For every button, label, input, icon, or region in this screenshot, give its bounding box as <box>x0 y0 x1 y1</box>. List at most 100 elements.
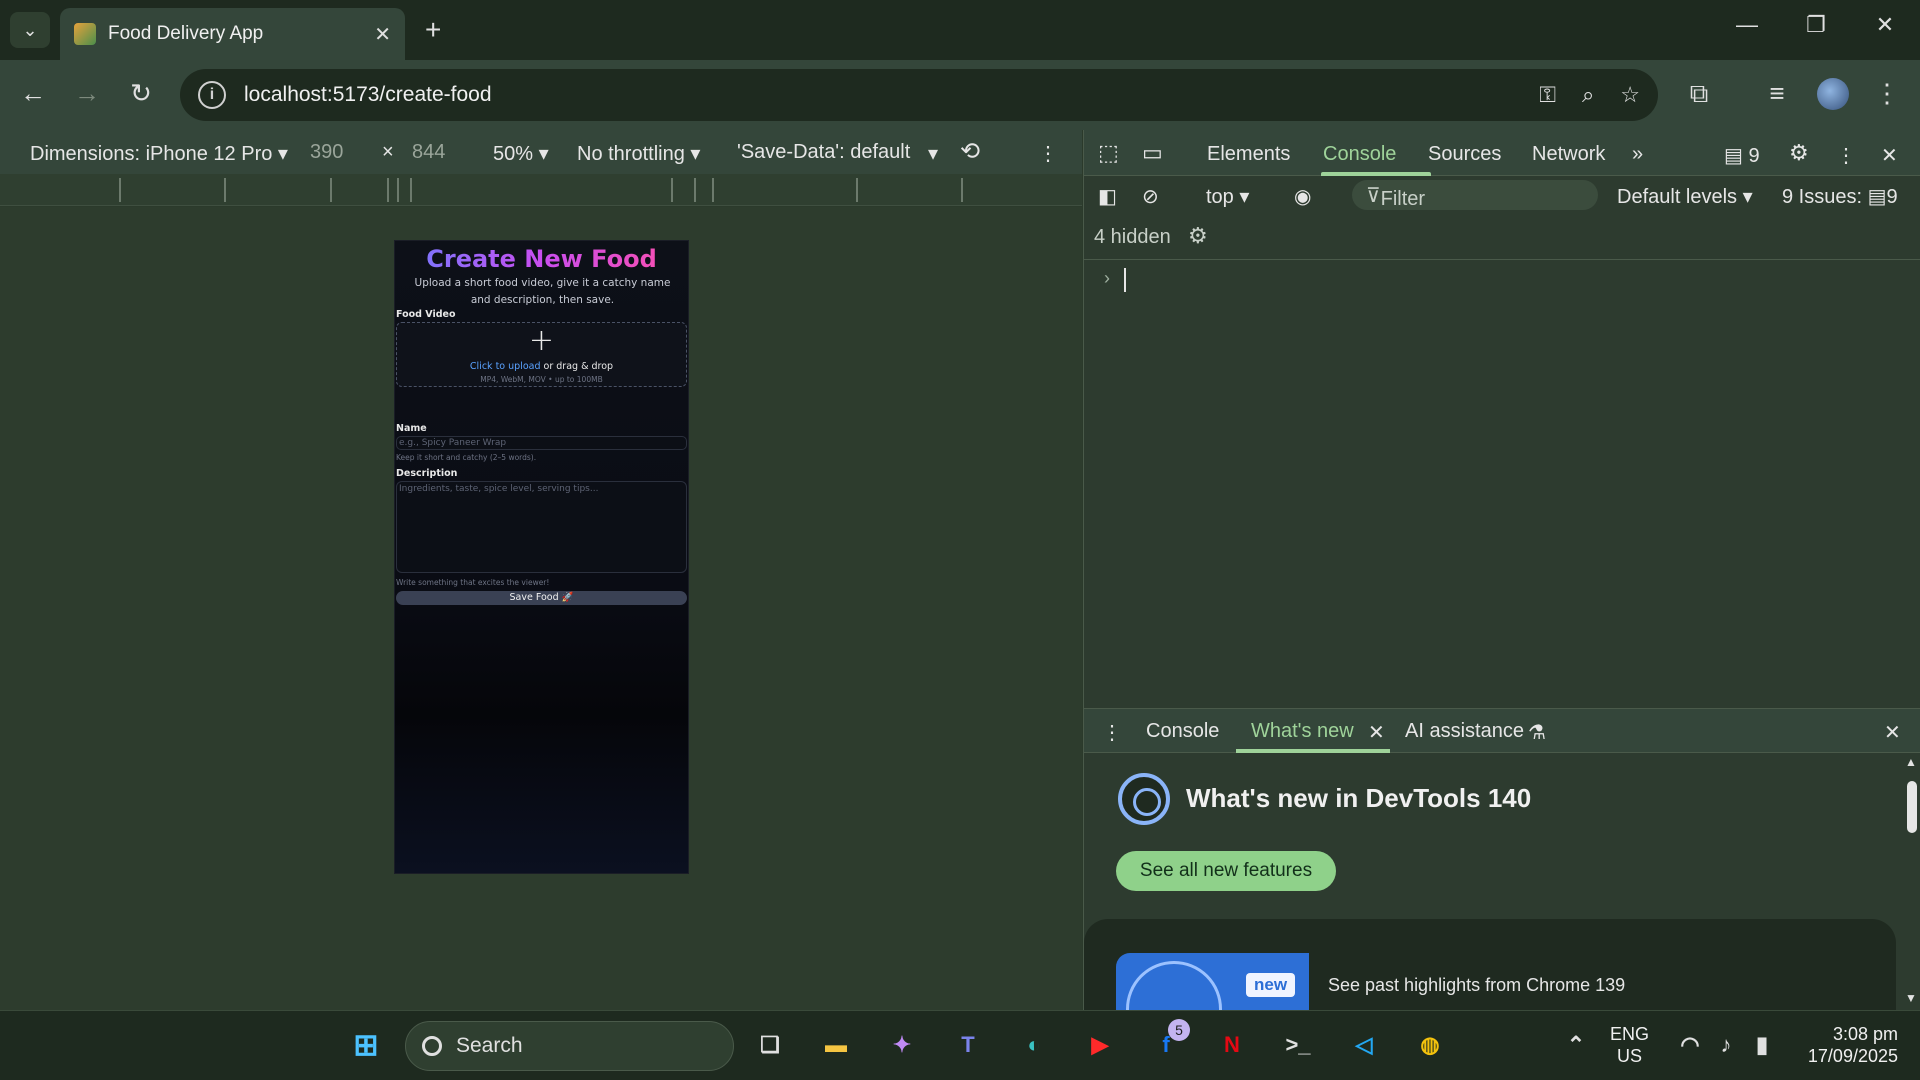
search-label: Search <box>456 1034 523 1057</box>
live-expression-eye-icon[interactable]: ◉ <box>1294 184 1311 209</box>
language-indicator[interactable]: ENG US <box>1610 1023 1649 1067</box>
taskbar-search[interactable]: Search <box>405 1021 734 1071</box>
throttling-select[interactable]: No throttling ▾ <box>577 141 700 166</box>
clock[interactable]: 3:08 pm 17/09/2025 <box>1790 1023 1898 1067</box>
url-text[interactable]: localhost:5173/create-food <box>244 83 1513 107</box>
browser-menu-icon[interactable]: ⋮ <box>1870 78 1904 109</box>
more-tabs-icon[interactable]: » <box>1632 143 1643 166</box>
browser-tab[interactable]: Food Delivery App ✕ <box>60 8 405 60</box>
highlights-card[interactable]: new See past highlights from Chrome 139 <box>1084 919 1896 1011</box>
file-explorer-icon[interactable]: ▬ <box>816 1025 856 1065</box>
tab-network[interactable]: Network <box>1532 143 1605 166</box>
show-hidden-icons-icon[interactable]: ⌃ <box>1556 1025 1596 1065</box>
minimize-button[interactable]: — <box>1727 12 1767 38</box>
taskbar: ⊞ Search ❏ ▬ ✦ T ◐ ▶ f 5 N >_ ◁ ◍ ⌃ ENG … <box>0 1010 1920 1080</box>
bookmark-star-icon[interactable]: ☆ <box>1620 82 1640 108</box>
issues-button[interactable]: 9 Issues: ▤9 <box>1782 184 1898 209</box>
sidebar-toggle-icon[interactable]: ◧ <box>1098 184 1117 209</box>
device-select[interactable]: Dimensions: iPhone 12 Pro ▾ <box>30 141 288 166</box>
device-toolbar-menu-icon[interactable]: ⋮ <box>1038 141 1058 166</box>
chrome-icon[interactable]: ◍ <box>1410 1025 1450 1065</box>
console-settings-gear-icon[interactable]: ⚙ <box>1188 223 1208 249</box>
width-input[interactable]: 390 <box>310 141 343 164</box>
past-highlights-link[interactable]: See past highlights from Chrome 139 <box>1328 975 1625 996</box>
log-levels-select[interactable]: Default levels ▾ <box>1617 184 1753 209</box>
drawer-scrollbar[interactable]: ▲ ▼ <box>1902 753 1920 1011</box>
video-upload-dropzone[interactable]: + Click to upload or drag & drop MP4, We… <box>396 322 687 387</box>
forward-icon[interactable]: → <box>70 78 104 109</box>
address-bar[interactable]: i localhost:5173/create-food ⚿ ⌕ ☆ <box>180 69 1658 121</box>
youtube-icon[interactable]: ▶ <box>1080 1025 1120 1065</box>
scrollbar-thumb[interactable] <box>1907 781 1917 833</box>
title-bar: ⌄ Food Delivery App ✕ + — ❐ ✕ <box>0 0 1920 60</box>
wifi-icon[interactable]: ◠ <box>1670 1025 1710 1065</box>
battery-icon[interactable]: ▮ <box>1742 1025 1782 1065</box>
copilot-icon[interactable]: ✦ <box>882 1025 922 1065</box>
zoom-select[interactable]: 50% ▾ <box>493 141 549 166</box>
drawer-tab-ai-assistance[interactable]: AI assistance <box>1405 720 1524 743</box>
site-info-icon[interactable]: i <box>198 81 226 109</box>
save-data-select[interactable]: 'Save-Data': default <box>737 141 910 164</box>
context-select[interactable]: top ▾ <box>1206 184 1249 209</box>
device-label: Dimensions: iPhone 12 Pro <box>30 143 273 165</box>
drawer-tab-whats-new[interactable]: What's new <box>1251 720 1354 743</box>
devtools-menu-icon[interactable]: ⋮ <box>1836 143 1856 168</box>
search-icon <box>422 1036 442 1056</box>
profile-avatar[interactable] <box>1817 78 1849 110</box>
inspect-element-icon[interactable]: ⬚ <box>1098 140 1119 166</box>
volume-icon[interactable]: ♪ <box>1706 1025 1746 1065</box>
console-prompt-icon: › <box>1104 268 1110 288</box>
media-query-ruler[interactable] <box>0 174 1082 206</box>
tab-console[interactable]: Console <box>1323 143 1396 166</box>
console-input-caret[interactable] <box>1124 268 1126 292</box>
close-devtools-icon[interactable]: ✕ <box>1881 143 1898 168</box>
task-view-icon[interactable]: ❏ <box>750 1025 790 1065</box>
filter-placeholder: Filter <box>1380 188 1426 210</box>
clock-date: 17/09/2025 <box>1807 1046 1898 1066</box>
description-textarea[interactable]: Ingredients, taste, spice level, serving… <box>396 481 687 573</box>
height-input[interactable]: 844 <box>412 141 445 164</box>
save-food-button[interactable]: Save Food 🚀 <box>396 591 687 605</box>
see-all-features-button[interactable]: See all new features <box>1116 851 1336 891</box>
close-whats-new-icon[interactable]: ✕ <box>1368 720 1385 745</box>
issues-label: 9 Issues: <box>1782 186 1863 208</box>
save-data-dropdown-icon[interactable]: ▾ <box>928 141 938 166</box>
tab-sources[interactable]: Sources <box>1428 143 1501 166</box>
edge-icon[interactable]: ◐ <box>1014 1025 1054 1065</box>
close-window-button[interactable]: ✕ <box>1865 12 1905 38</box>
password-key-icon[interactable]: ⚿ <box>1539 82 1556 108</box>
teams-icon[interactable]: T <box>948 1025 988 1065</box>
zoom-icon[interactable]: ⌕ <box>1582 82 1594 108</box>
page-subtitle: Upload a short food video, give it a cat… <box>414 277 671 306</box>
reload-icon[interactable]: ↻ <box>124 78 158 109</box>
clear-console-icon[interactable]: ⊘ <box>1142 184 1159 209</box>
terminal-icon[interactable]: >_ <box>1278 1025 1318 1065</box>
throttling-label: No throttling <box>577 143 685 165</box>
devtools-logo-icon <box>1118 773 1170 825</box>
messages-icon[interactable]: ▤ 9 <box>1724 143 1760 168</box>
rotate-icon[interactable]: ⟲ <box>960 137 980 166</box>
windows-start-icon[interactable]: ⊞ <box>346 1025 386 1065</box>
tab-elements[interactable]: Elements <box>1207 143 1290 166</box>
drawer-tab-bar: ⋮ Console What's new ✕ AI assistance ⚗ ✕ <box>1084 709 1920 753</box>
drawer-menu-icon[interactable]: ⋮ <box>1102 720 1122 745</box>
drawer-tab-console[interactable]: Console <box>1146 720 1219 743</box>
new-tab-button[interactable]: + <box>425 14 441 46</box>
console-filter-input[interactable]: ⊽ Filter <box>1352 180 1598 210</box>
upload-link[interactable]: Click to upload <box>470 361 541 372</box>
close-tab-icon[interactable]: ✕ <box>374 22 391 47</box>
netflix-icon[interactable]: N <box>1212 1025 1252 1065</box>
close-drawer-icon[interactable]: ✕ <box>1884 720 1901 745</box>
media-controls-icon[interactable]: ≡ <box>1760 78 1794 109</box>
tab-search-button[interactable]: ⌄ <box>10 12 50 48</box>
name-input[interactable]: e.g., Spicy Paneer Wrap <box>396 436 687 450</box>
scroll-down-icon[interactable]: ▼ <box>1905 991 1917 1005</box>
vscode-icon[interactable]: ◁ <box>1344 1025 1384 1065</box>
device-toggle-icon[interactable]: ▭ <box>1142 140 1163 166</box>
restore-button[interactable]: ❐ <box>1796 12 1836 38</box>
favicon-icon <box>74 23 96 45</box>
back-icon[interactable]: ← <box>16 78 50 109</box>
extensions-icon[interactable]: ⧉ <box>1682 78 1716 110</box>
scroll-up-icon[interactable]: ▲ <box>1905 755 1917 769</box>
settings-gear-icon[interactable]: ⚙ <box>1789 140 1809 166</box>
